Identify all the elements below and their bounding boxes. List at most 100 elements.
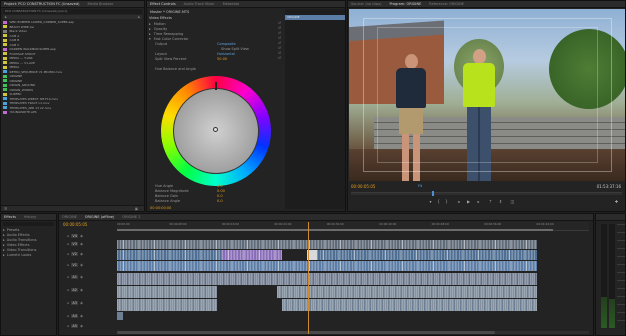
audio-clip-a3-b[interactable] — [282, 299, 537, 311]
tab-project[interactable]: Project: PCO CONSTRUCTION FC (Unsaved) — [4, 2, 79, 6]
param-balance-gain[interactable]: Balance Gain 0.0 — [149, 194, 281, 198]
effects-category-item[interactable]: ▸ Audio Transitions — [3, 238, 54, 242]
video-clip-v2-a[interactable] — [117, 250, 222, 260]
lift-icon[interactable]: ⇡ — [488, 200, 493, 204]
balance-angle-value[interactable]: 0.0 — [217, 199, 223, 203]
tab-sequence-3[interactable]: ORIGINE 2 — [122, 215, 140, 219]
tab-program[interactable]: Program: ORIGINE — [389, 2, 421, 6]
new-item-icon[interactable]: ▣ — [135, 207, 138, 211]
tab-history[interactable]: History — [24, 215, 36, 219]
track-lock-icon[interactable]: ▫ — [67, 301, 69, 305]
effect-row-split-percent[interactable]: Split View Percent 50.00 — [149, 57, 343, 61]
track-header[interactable]: ▫ V3 ◉ — [59, 240, 116, 248]
track-toggle-icon[interactable]: ◉ — [80, 301, 83, 305]
track-header[interactable]: ▫ V2 ◉ — [59, 250, 116, 258]
audio-clip-a2-a[interactable] — [117, 286, 217, 298]
program-video-frame[interactable] — [349, 9, 625, 181]
track-toggle-icon[interactable]: ◉ — [80, 234, 83, 238]
tab-sequence-1[interactable]: ORIGINE — [62, 215, 77, 219]
timeline-playhead[interactable] — [308, 222, 309, 334]
track-toggle-icon[interactable]: ◉ — [80, 252, 83, 256]
param-hue-angle[interactable]: Hue Angle 0.0 — [149, 184, 281, 188]
audio-clip-a1[interactable] — [117, 273, 537, 285]
track-lock-icon[interactable]: ▫ — [67, 234, 69, 238]
video-clip-v1[interactable] — [117, 261, 537, 271]
track-lock-icon[interactable]: ▫ — [67, 242, 69, 246]
effect-row-layout[interactable]: Layout Horizontal — [149, 52, 343, 56]
effect-row-hue-balance[interactable]: Hue Balance and Angle — [149, 67, 343, 71]
audio-clip-a3-a[interactable] — [117, 299, 217, 311]
out-point-icon[interactable]: } — [444, 200, 449, 204]
effects-search[interactable] — [3, 222, 54, 226]
tab-sequence-2[interactable]: ORIGINE (offline) — [85, 215, 115, 219]
track-lock-icon[interactable]: ▫ — [67, 324, 69, 328]
effect-row-split-view[interactable]: Show Split View — [149, 47, 343, 51]
track-header[interactable]: ▫ A1 ◉ — [59, 273, 116, 281]
audio-clip-a2-b[interactable] — [277, 286, 537, 298]
effects-category-item[interactable]: ▸ Presets — [3, 228, 54, 232]
track-toggle-icon[interactable]: ◉ — [80, 324, 83, 328]
track-header[interactable]: ▫ V4 ◉ — [59, 232, 116, 240]
tab-media-browser[interactable]: Media Browser — [87, 2, 113, 6]
effects-category-item[interactable]: ▸ Video Transitions — [3, 248, 54, 252]
step-back-icon[interactable]: ◂ — [456, 200, 461, 204]
track-lock-icon[interactable]: ▫ — [67, 288, 69, 292]
track-toggle-icon[interactable]: ◉ — [80, 263, 83, 267]
program-playhead[interactable] — [432, 191, 435, 196]
effect-row-opacity[interactable]: ▸ Opacity — [149, 27, 343, 31]
balance-gain-value[interactable]: 0.0 — [217, 194, 223, 198]
tab-effect-controls[interactable]: Effect Controls — [150, 2, 176, 6]
layout-value[interactable]: Horizontal — [217, 52, 235, 56]
play-icon[interactable]: ▶ — [466, 200, 471, 204]
timeline-scroll-thumb[interactable] — [117, 331, 495, 334]
track-header[interactable]: ▫ A5 ◉ — [59, 322, 116, 330]
balance-magnitude-value[interactable]: 0.00 — [217, 189, 225, 193]
in-point-icon[interactable]: { — [436, 200, 441, 204]
work-area-bar[interactable] — [117, 229, 553, 231]
settings-icon[interactable]: ✚ — [614, 200, 619, 204]
track-toggle-icon[interactable]: ◉ — [80, 242, 83, 246]
step-forward-icon[interactable]: ▸ — [476, 200, 481, 204]
program-scrub-bar[interactable] — [351, 191, 622, 196]
track-toggle-icon[interactable]: ◉ — [80, 288, 83, 292]
program-timecode-left[interactable]: 00:00:05:05 — [351, 184, 375, 189]
project-search-bar[interactable]: PCO CONSTRUCTION FC (Unsaved).prproj — [3, 9, 142, 14]
track-toggle-icon[interactable]: ◉ — [80, 275, 83, 279]
track-header[interactable]: ▫ A3 ◉ — [59, 299, 116, 307]
effect-controls-timecode[interactable]: 00:00:00:00 — [150, 206, 171, 210]
effect-row-fast-color[interactable]: ▾ Fast Color Corrector — [149, 37, 343, 41]
effect-row-motion[interactable]: ▸ Motion — [149, 22, 343, 26]
effects-category-item[interactable]: ▸ Lumetri Looks — [3, 253, 54, 257]
hue-angle-value[interactable]: 0.0 — [217, 184, 223, 188]
effect-row-time-remap[interactable]: ▸ Time Remapping — [149, 32, 343, 36]
param-balance-angle[interactable]: Balance Angle 0.0 — [149, 199, 281, 203]
track-header[interactable]: ▫ A4 ◉ — [59, 312, 116, 320]
tab-source[interactable]: Source: (no clips) — [351, 2, 381, 6]
color-wheel[interactable] — [161, 76, 271, 186]
tab-reference[interactable]: Reference: ORIGINE — [429, 2, 464, 6]
track-lock-icon[interactable]: ▫ — [67, 275, 69, 279]
timeline-timecode[interactable]: 00:00:05:05 — [63, 222, 87, 227]
track-lock-icon[interactable]: ▫ — [67, 263, 69, 267]
track-header[interactable]: ▫ V1 ◉ — [59, 261, 116, 269]
track-lock-icon[interactable]: ▫ — [67, 252, 69, 256]
effect-row-output[interactable]: Output Composite — [149, 42, 343, 46]
track-lock-icon[interactable]: ▫ — [67, 314, 69, 318]
output-value[interactable]: Composite — [217, 42, 236, 46]
tab-metadata[interactable]: Metadata — [223, 2, 240, 6]
export-frame-icon[interactable]: ◫ — [510, 200, 515, 204]
video-clip-v2-purple[interactable] — [222, 250, 282, 260]
effects-category-item[interactable]: ▸ Video Effects — [3, 243, 54, 247]
tab-effects[interactable]: Effects — [4, 215, 16, 219]
track-header[interactable]: ▫ A2 ◉ — [59, 286, 116, 294]
split-percent-value[interactable]: 50.00 — [217, 57, 227, 61]
list-view-icon[interactable]: ☰ — [4, 207, 7, 211]
tab-audio-track-mixer[interactable]: Audio Track Mixer — [184, 2, 215, 6]
track-toggle-icon[interactable]: ◉ — [80, 314, 83, 318]
video-clip-v2-b[interactable] — [317, 250, 537, 260]
list-item[interactable]: YOUNGWRITE.APS — [3, 110, 142, 114]
audio-clip-a4[interactable] — [117, 312, 123, 320]
video-clip-v3[interactable] — [117, 240, 537, 249]
param-balance-magnitude[interactable]: Balance Magnitude 0.00 — [149, 189, 281, 193]
color-wheel-center-handle[interactable] — [213, 127, 218, 132]
